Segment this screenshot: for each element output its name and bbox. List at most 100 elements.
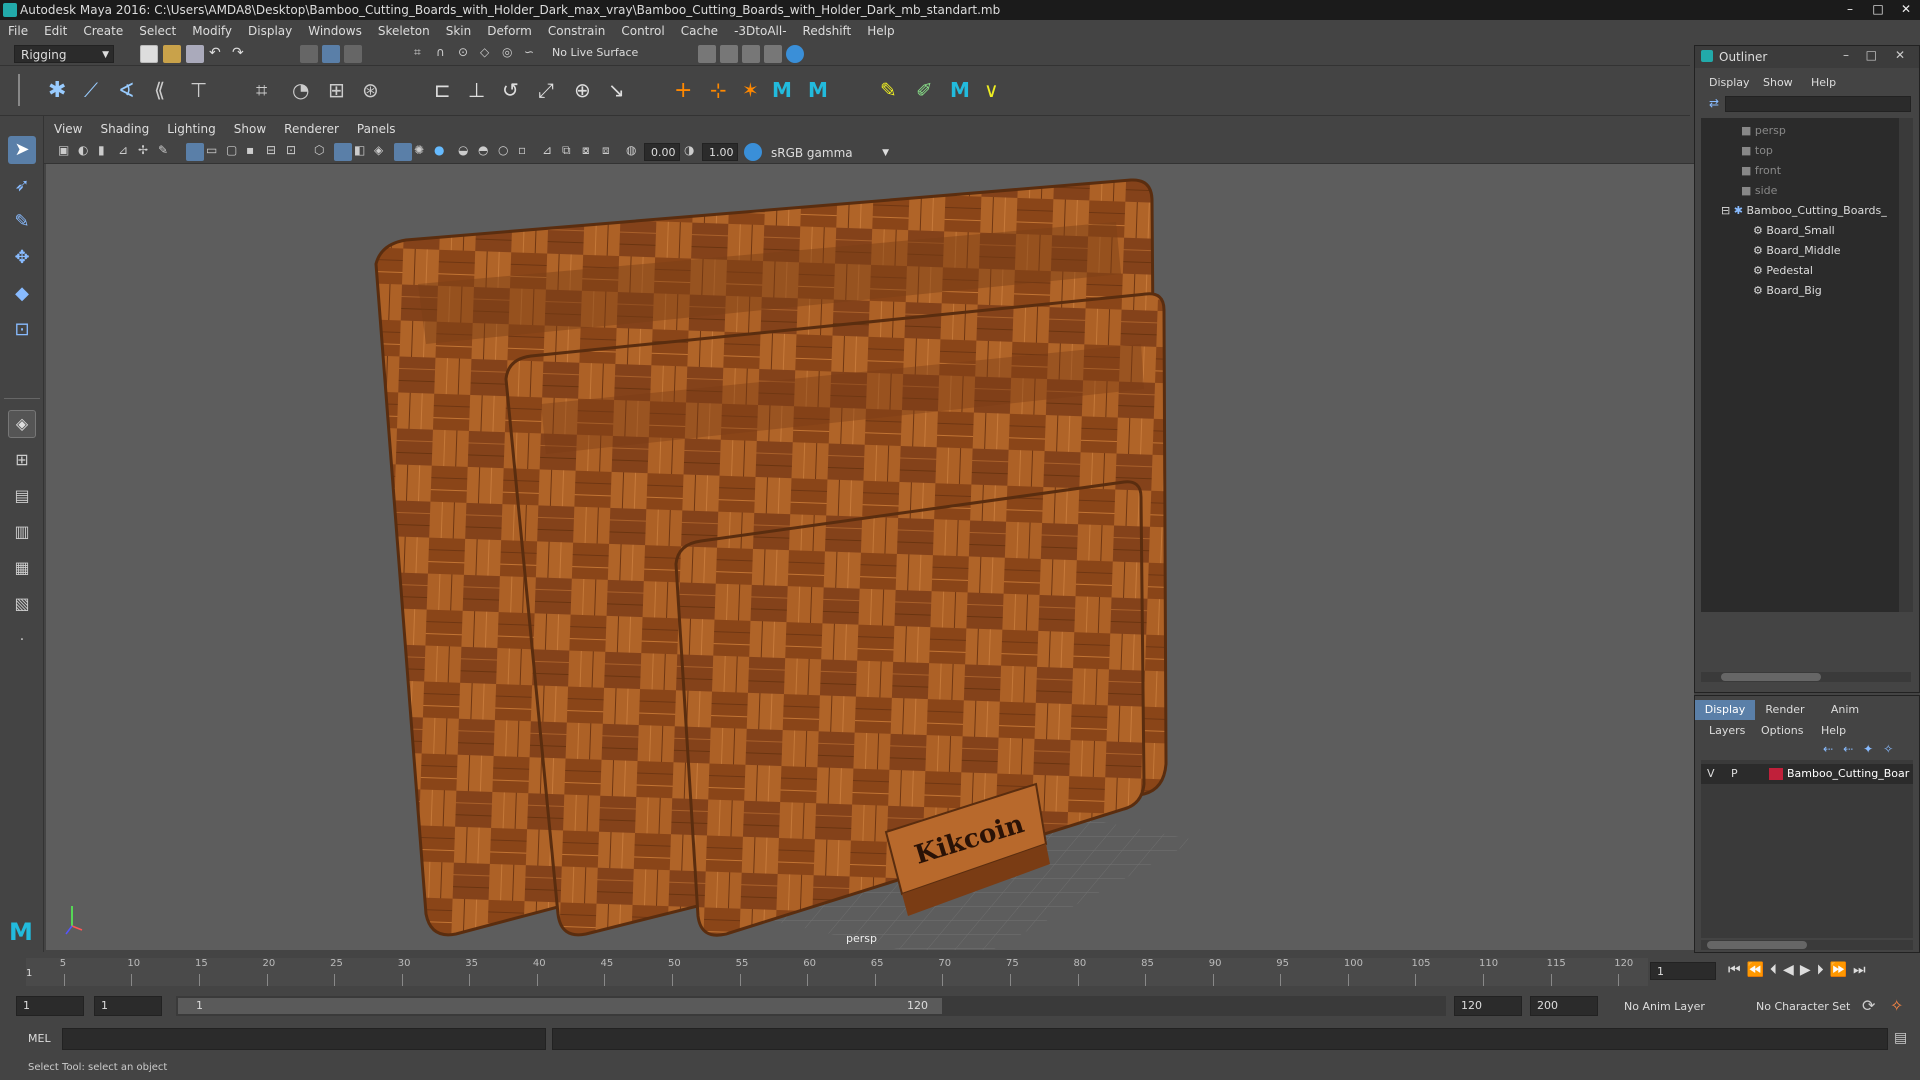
textured-icon[interactable] — [394, 143, 412, 161]
menu-modify[interactable]: Modify — [192, 24, 232, 38]
time-slider[interactable]: 1 5 10 15 20 25 30 35 40 45 50 55 60 65 70 75 80 85 90 95 1… — [0, 952, 1866, 990]
go-to-start-icon[interactable]: ⏮ — [1728, 962, 1747, 978]
outliner-search-input[interactable] — [1725, 96, 1911, 112]
outliner-child-board-big[interactable]: ⚙ Board_Big — [1753, 282, 1822, 300]
live-surface-label[interactable]: No Live Surface — [552, 46, 638, 59]
minimize-button[interactable]: – — [1836, 0, 1864, 18]
current-frame-field[interactable]: 1 — [1650, 962, 1716, 980]
snap-plane-icon[interactable]: ◇ — [480, 45, 498, 63]
render-view-icon[interactable] — [764, 45, 782, 63]
field-chart-icon[interactable]: ⊟ — [266, 143, 284, 161]
layout-options-icon[interactable]: · — [8, 626, 36, 654]
viewport-menu-show[interactable]: Show — [234, 122, 266, 136]
character-set-dropdown[interactable]: No Character Set — [1756, 1000, 1850, 1013]
image-plane-icon[interactable]: ⊿ — [118, 143, 136, 161]
rotate-tool-icon[interactable]: ◆ — [8, 280, 36, 308]
depth-of-field-icon[interactable]: ▫ — [518, 143, 536, 161]
playback-start-field[interactable]: 1 — [94, 996, 162, 1016]
menu-deform[interactable]: Deform — [487, 24, 532, 38]
new-scene-icon[interactable] — [140, 45, 158, 63]
layer-horizontal-scrollbar[interactable] — [1701, 940, 1913, 950]
graph-layout-icon[interactable]: ▧ — [8, 590, 36, 618]
viewport-menu-panels[interactable]: Panels — [357, 122, 396, 136]
exposure-icon[interactable]: ◍ — [626, 143, 644, 161]
safe-action-icon[interactable]: ⊡ — [286, 143, 304, 161]
grease-pencil-icon[interactable]: ✎ — [158, 143, 176, 161]
ik-spline-icon[interactable]: ∢ — [118, 78, 144, 104]
snap-edge-icon[interactable]: ∽ — [524, 45, 542, 63]
menu-redshift[interactable]: Redshift — [803, 24, 852, 38]
lasso-tool-icon[interactable]: ➶ — [8, 172, 36, 200]
paint-select-icon[interactable]: ✎ — [8, 208, 36, 236]
motion-blur-icon[interactable]: ◓ — [478, 143, 496, 161]
menu-skin[interactable]: Skin — [446, 24, 472, 38]
select-by-hierarchy-icon[interactable] — [300, 45, 318, 63]
auto-key-icon[interactable]: ⟳ — [1862, 996, 1875, 1015]
outliner-menu-show[interactable]: Show — [1763, 76, 1793, 89]
play-backwards-icon[interactable]: ◀ — [1783, 962, 1800, 978]
move-tool-icon[interactable]: ✥ — [8, 244, 36, 272]
locator-icon[interactable]: + — [674, 78, 700, 104]
render-settings-icon[interactable] — [698, 45, 716, 63]
outliner-vertical-scrollbar[interactable] — [1899, 118, 1913, 612]
menu-control[interactable]: Control — [621, 24, 664, 38]
snap-curve-icon[interactable]: ∩ — [436, 45, 454, 63]
outliner-camera-side[interactable]: ■ side — [1741, 182, 1777, 200]
menu-file[interactable]: File — [8, 24, 28, 38]
mocap-icon[interactable]: M — [950, 78, 976, 104]
anim-layer-dropdown[interactable]: No Anim Layer — [1624, 1000, 1705, 1013]
shadows-icon[interactable]: ● — [434, 143, 452, 161]
isolate-select-icon[interactable]: ⊿ — [542, 143, 560, 161]
use-all-lights-icon[interactable]: ✺ — [414, 143, 432, 161]
menu-display[interactable]: Display — [248, 24, 292, 38]
new-empty-layer-icon[interactable]: ✦ — [1863, 742, 1883, 756]
exposure-field[interactable]: 0.00 — [644, 143, 680, 161]
start-time-field[interactable]: 1 — [16, 996, 84, 1016]
save-scene-icon[interactable] — [186, 45, 204, 63]
hypershade-icon[interactable] — [786, 45, 804, 63]
collapse-icon[interactable]: ⊟ — [1721, 204, 1734, 217]
color-management-icon[interactable] — [744, 143, 762, 161]
outliner-close-button[interactable]: ✕ — [1895, 48, 1905, 62]
outliner-maximize-button[interactable]: □ — [1866, 48, 1877, 62]
outliner-child-board-middle[interactable]: ⚙ Board_Middle — [1753, 242, 1841, 260]
layers-menu-options[interactable]: Options — [1761, 724, 1803, 737]
menu-select[interactable]: Select — [139, 24, 176, 38]
smooth-shade-icon[interactable] — [334, 143, 352, 161]
maximize-button[interactable]: □ — [1864, 0, 1892, 18]
lattice-icon[interactable]: ⊞ — [328, 78, 354, 104]
resolution-gate-icon[interactable]: ▢ — [226, 143, 244, 161]
menu-3dtoall[interactable]: -3DtoAll- — [734, 24, 786, 38]
outliner-child-board-small[interactable]: ⚙ Board_Small — [1753, 222, 1835, 240]
redo-icon[interactable]: ↷ — [232, 45, 250, 63]
menu-skeleton[interactable]: Skeleton — [378, 24, 430, 38]
end-time-field[interactable]: 200 — [1530, 996, 1598, 1016]
gamma-icon[interactable]: ◑ — [684, 143, 702, 161]
outliner-horizontal-scrollbar[interactable] — [1701, 672, 1911, 682]
select-tool-icon[interactable]: ➤ — [8, 136, 36, 164]
gate-mask-icon[interactable]: ▪ — [246, 143, 264, 161]
layer-visibility-toggle[interactable]: V — [1707, 767, 1715, 780]
tab-display[interactable]: Display — [1695, 700, 1755, 720]
snap-surface-icon[interactable]: ◎ — [502, 45, 520, 63]
anti-aliasing-icon[interactable]: ○ — [498, 143, 516, 161]
single-view-icon[interactable]: ◈ — [8, 410, 36, 438]
outliner-scroll-thumb[interactable] — [1721, 673, 1821, 681]
outliner-group-item[interactable]: ⊟ ✱ Bamboo_Cutting_Boards_ — [1721, 202, 1887, 220]
viewport-menu-renderer[interactable]: Renderer — [284, 122, 339, 136]
close-button[interactable]: ✕ — [1892, 0, 1920, 18]
film-gate-icon[interactable]: ▭ — [206, 143, 224, 161]
step-back-key-icon[interactable]: ⏪ — [1747, 962, 1770, 978]
layer-scroll-thumb[interactable] — [1707, 941, 1807, 949]
step-forward-frame-icon[interactable]: ⏵ — [1817, 962, 1830, 978]
outliner-minimize-button[interactable]: – — [1843, 48, 1849, 62]
undo-icon[interactable]: ↶ — [209, 45, 227, 63]
move-layer-up-icon[interactable]: ⇠ — [1823, 742, 1843, 756]
viewport-menu-view[interactable]: View — [54, 122, 82, 136]
render-current-icon[interactable] — [720, 45, 738, 63]
rig-setup-icon[interactable]: ✶ — [742, 78, 768, 104]
layers-menu-layers[interactable]: Layers — [1709, 724, 1745, 737]
camera-select-icon[interactable]: ▣ — [58, 143, 76, 161]
layer-name[interactable]: Bamboo_Cutting_Boar — [1787, 767, 1909, 780]
script-editor-icon[interactable]: ▤ — [1894, 1030, 1907, 1046]
